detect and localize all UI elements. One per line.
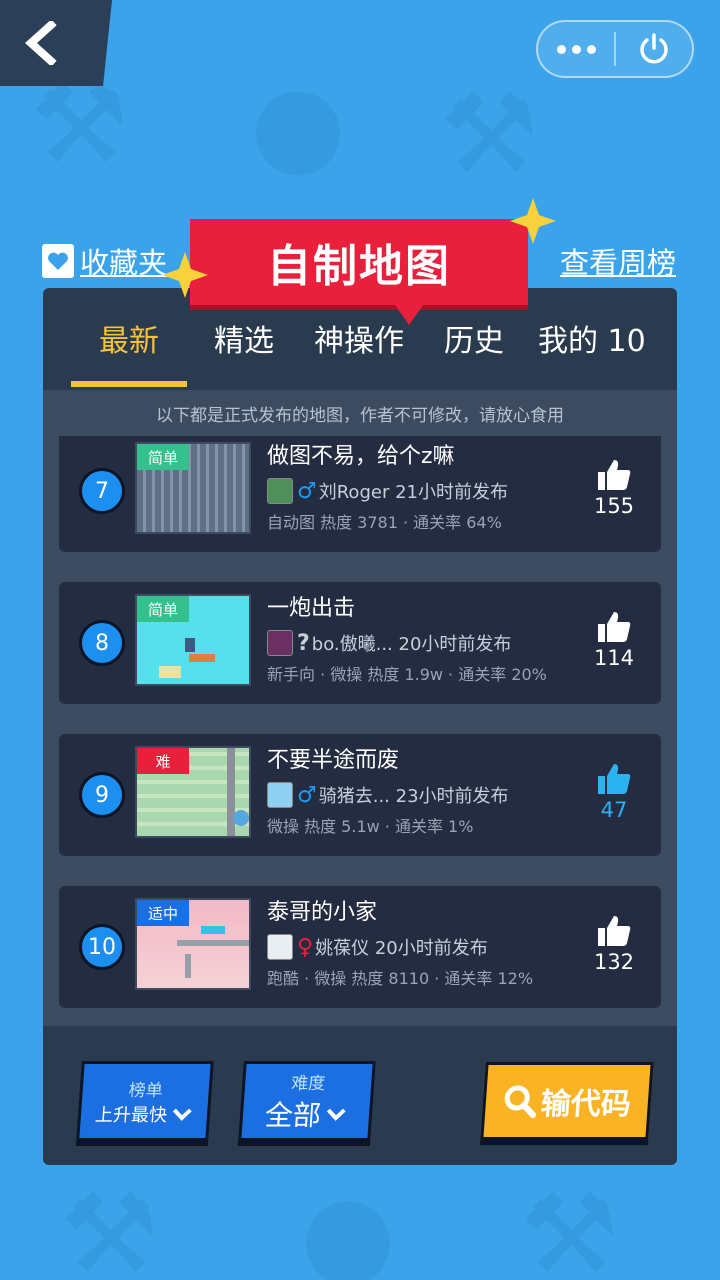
- avatar: [267, 478, 293, 504]
- favorites-link[interactable]: 收藏夹: [42, 240, 167, 282]
- thumbs-up-icon: [598, 612, 631, 642]
- rank-badge: 7: [79, 468, 125, 514]
- difficulty-badge: 难: [137, 748, 189, 774]
- power-icon: [640, 33, 668, 64]
- ranking-select-value: 上升最快: [94, 1104, 168, 1126]
- mini-program-capsule: [536, 20, 694, 78]
- background-hammer-icon: ⚒: [60, 1170, 159, 1280]
- thumbs-up-icon: [598, 460, 631, 490]
- difficulty-select-button[interactable]: 难度 全部: [238, 1061, 376, 1141]
- female-icon: ♀: [297, 934, 314, 960]
- rank-badge: 10: [79, 924, 125, 970]
- chevron-left-icon: [25, 21, 57, 65]
- map-list[interactable]: 7 简单 做图不易，给个z嘛 ♂ 刘Roger 21小时前发布 自动图 热度 3…: [43, 436, 677, 1026]
- tab-featured[interactable]: 精选: [214, 316, 274, 376]
- like-button[interactable]: 114: [579, 610, 649, 670]
- map-title: 一炮出击: [267, 596, 356, 621]
- like-count: 47: [600, 798, 628, 822]
- map-meta: 微操 热度 5.1w · 通关率 1%: [267, 817, 474, 836]
- ranking-select-button[interactable]: 榜单 上升最快: [76, 1061, 214, 1141]
- page-title: 自制地图: [190, 219, 528, 325]
- avatar: [267, 934, 293, 960]
- weekly-ranking-link[interactable]: 查看周榜: [560, 240, 676, 282]
- map-meta: 新手向 · 微操 热度 1.9w · 通关率 20%: [267, 665, 547, 684]
- sparkle-star-icon: [162, 252, 208, 298]
- author-info: 骑猪去... 23小时前发布: [318, 786, 509, 807]
- map-card[interactable]: 9 难 不要半途而废 ♂ 骑猪去... 23小时前发布 微操 热度 5.1w ·…: [59, 734, 661, 856]
- map-title: 泰哥的小家: [267, 900, 378, 925]
- map-thumbnail: 适中: [135, 898, 251, 990]
- like-button[interactable]: 155: [579, 458, 649, 518]
- favorites-label: 收藏夹: [80, 246, 168, 280]
- chevron-down-icon: [172, 1108, 192, 1121]
- like-count: 114: [593, 646, 635, 670]
- map-meta: 自动图 热度 3781 · 通关率 64%: [267, 513, 502, 532]
- close-button[interactable]: [616, 22, 692, 76]
- back-button[interactable]: [0, 0, 112, 86]
- background-bomb-icon: ●: [250, 60, 346, 188]
- background-hammer-icon: ⚒: [440, 70, 539, 198]
- difficulty-select-value: 全部: [263, 1098, 323, 1132]
- map-thumbnail: 简单: [135, 442, 251, 534]
- male-icon: ♂: [297, 478, 317, 504]
- thumbs-up-icon: [598, 764, 631, 794]
- map-list-panel: 最新 精选 神操作 历史 我的 10 以下都是正式发布的地图，作者不可修改，请放…: [43, 288, 677, 1165]
- map-meta: 跑酷 · 微操 热度 8110 · 通关率 12%: [267, 969, 534, 988]
- author-info: 刘Roger 21小时前发布: [318, 482, 508, 503]
- bookmark-heart-icon: [42, 244, 74, 278]
- like-count: 155: [593, 494, 635, 518]
- tab-history[interactable]: 历史: [444, 316, 504, 376]
- like-button[interactable]: 47: [579, 762, 649, 822]
- ranking-select-label: 榜单: [128, 1080, 164, 1101]
- author-info: 姚葆仪 20小时前发布: [315, 938, 488, 959]
- map-thumbnail: 难: [135, 746, 251, 838]
- sparkle-star-icon: [510, 198, 556, 244]
- difficulty-badge: 简单: [137, 444, 189, 470]
- search-icon: [504, 1085, 537, 1118]
- avatar: [267, 630, 293, 656]
- tab-mine[interactable]: 我的 10: [538, 316, 646, 376]
- map-title: 做图不易，给个z嘛: [267, 444, 455, 469]
- difficulty-badge: 简单: [137, 596, 189, 622]
- difficulty-select-label: 难度: [290, 1073, 326, 1094]
- thumbs-up-icon: [598, 916, 631, 946]
- author-info: bo.傲曦... 20小时前发布: [311, 634, 512, 655]
- background-bomb-icon: ●: [300, 1170, 396, 1280]
- map-thumbnail: 简单: [135, 594, 251, 686]
- rank-badge: 9: [79, 772, 125, 818]
- more-dots-icon: [556, 44, 596, 54]
- avatar: [267, 782, 293, 808]
- enter-code-button[interactable]: 输代码: [480, 1062, 654, 1140]
- enter-code-label: 输代码: [539, 1087, 632, 1122]
- active-tab-indicator: [71, 381, 187, 387]
- rank-badge: 8: [79, 620, 125, 666]
- map-card[interactable]: 10 适中 泰哥的小家 ♀ 姚葆仪 20小时前发布 跑酷 · 微操 热度 811…: [59, 886, 661, 1008]
- unknown-gender-icon: ?: [297, 630, 310, 656]
- background-hammer-icon: ⚒: [520, 1170, 619, 1280]
- map-card[interactable]: 7 简单 做图不易，给个z嘛 ♂ 刘Roger 21小时前发布 自动图 热度 3…: [59, 436, 661, 552]
- more-button[interactable]: [538, 22, 614, 76]
- like-button[interactable]: 132: [579, 914, 649, 974]
- chevron-down-icon: [326, 1108, 346, 1121]
- tab-skillful[interactable]: 神操作: [314, 316, 404, 376]
- male-icon: ♂: [297, 782, 317, 808]
- like-count: 132: [593, 950, 635, 974]
- difficulty-badge: 适中: [137, 900, 189, 926]
- tab-latest[interactable]: 最新: [99, 316, 159, 376]
- map-card[interactable]: 8 简单 一炮出击 ? bo.傲曦... 20小时前发布 新手向 · 微操 热度…: [59, 582, 661, 704]
- map-title: 不要半途而废: [267, 748, 400, 773]
- notice-text: 以下都是正式发布的地图，作者不可修改，请放心食用: [43, 390, 677, 436]
